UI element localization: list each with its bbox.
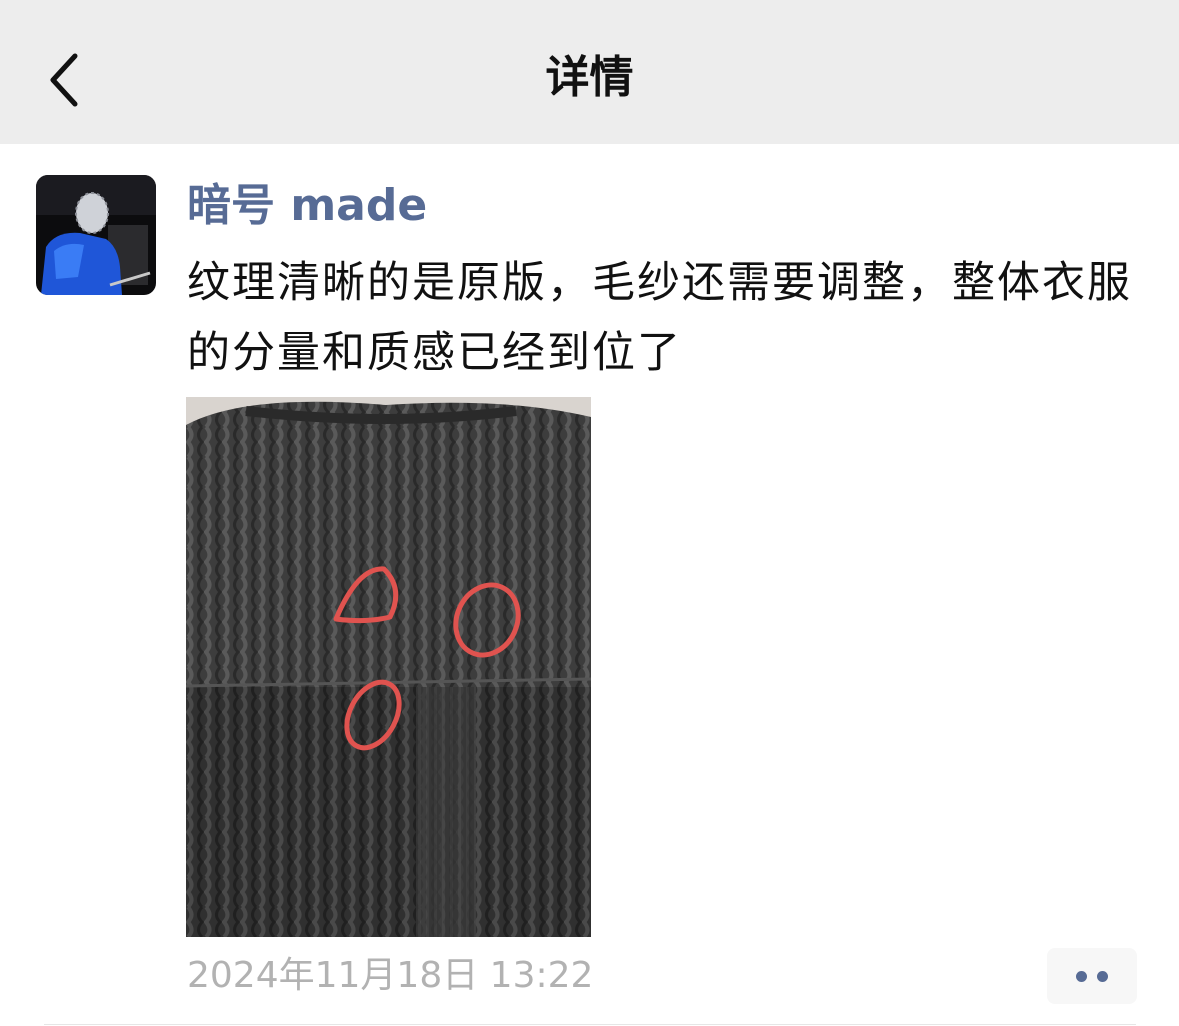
- post-timestamp: 2024年11月18日 13:22: [187, 955, 594, 996]
- post-text: 纹理清晰的是原版，毛纱还需要调整，整体衣服的分量和质感已经到位了: [187, 258, 1132, 378]
- ellipsis-icon: [1097, 970, 1108, 982]
- divider: [44, 1024, 1136, 1025]
- more-actions-button[interactable]: [1047, 948, 1137, 1004]
- avatar[interactable]: [36, 175, 156, 295]
- moment-detail: 暗号 made 纹理清晰的是原版，毛纱还需要调整，整体衣服的分量和质感已经到位了: [0, 144, 1179, 1026]
- post-image[interactable]: [186, 397, 591, 937]
- page-title: 详情: [545, 52, 634, 103]
- navigation-bar: 详情: [0, 0, 1179, 144]
- author-name[interactable]: 暗号 made: [187, 178, 427, 234]
- ellipsis-icon: [1076, 970, 1087, 982]
